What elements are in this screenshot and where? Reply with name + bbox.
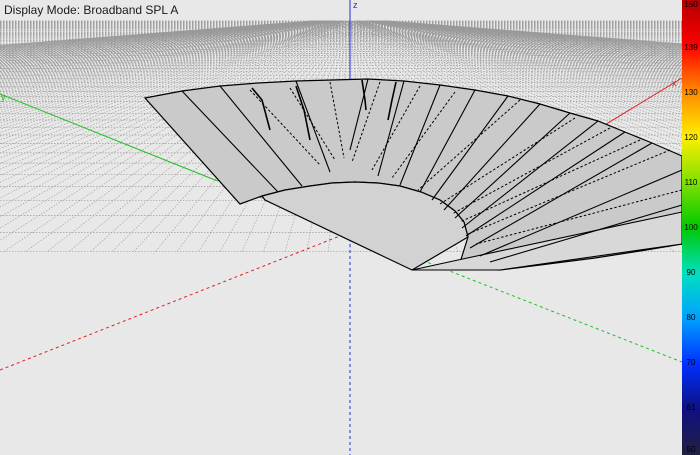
colorbar-tick-label: 100: [684, 223, 698, 232]
y-axis-label: y: [1, 92, 6, 102]
spl-colorbar: 150 139 130 120 110 100 90 80 70 61 50: [682, 0, 700, 455]
colorbar-tick-label: 110: [684, 178, 698, 187]
display-mode-label: Display Mode: Broadband SPL A: [4, 3, 179, 17]
x-axis-label: x: [672, 78, 677, 88]
colorbar-tick-label: 120: [684, 133, 698, 142]
colorbar-tick-label: 90: [686, 268, 696, 277]
colorbar-tick-label: 80: [686, 313, 696, 322]
colorbar-tick-label: 150: [684, 0, 698, 9]
colorbar-tick-label: 50: [686, 445, 696, 454]
z-axis-label: z: [353, 0, 358, 10]
scene-canvas[interactable]: y x z: [0, 0, 700, 455]
colorbar-tick-label: 70: [686, 358, 696, 367]
3d-viewport[interactable]: y x z Display Mode: Broadband SPL A 150 139…: [0, 0, 700, 455]
colorbar-tick-label: 130: [684, 88, 698, 97]
colorbar-tick-label: 61: [686, 403, 696, 412]
colorbar-tick-label: 139: [684, 43, 698, 52]
